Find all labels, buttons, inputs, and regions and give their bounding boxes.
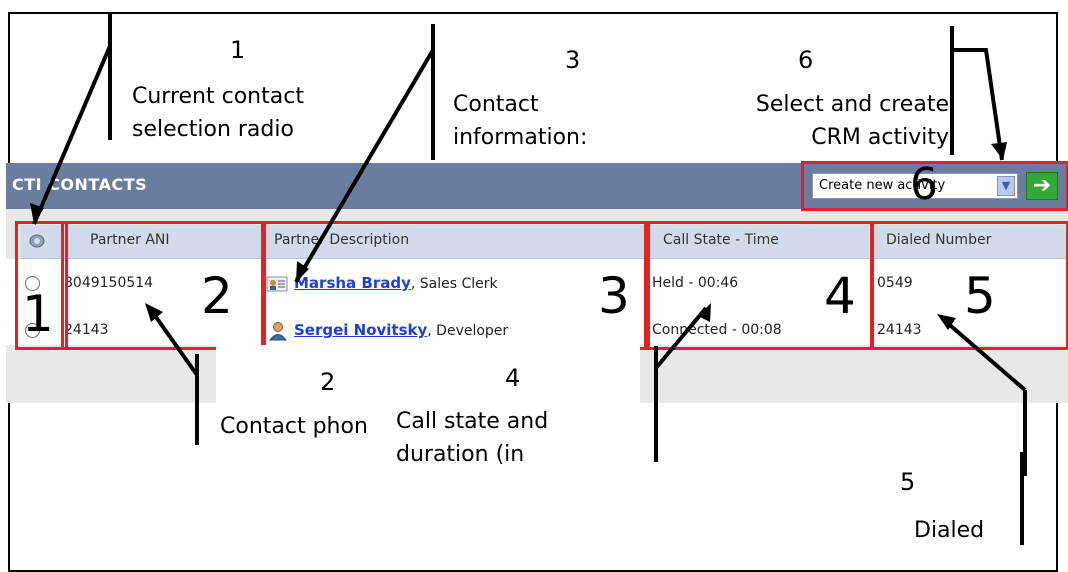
pointer-lines — [30, 14, 1027, 545]
